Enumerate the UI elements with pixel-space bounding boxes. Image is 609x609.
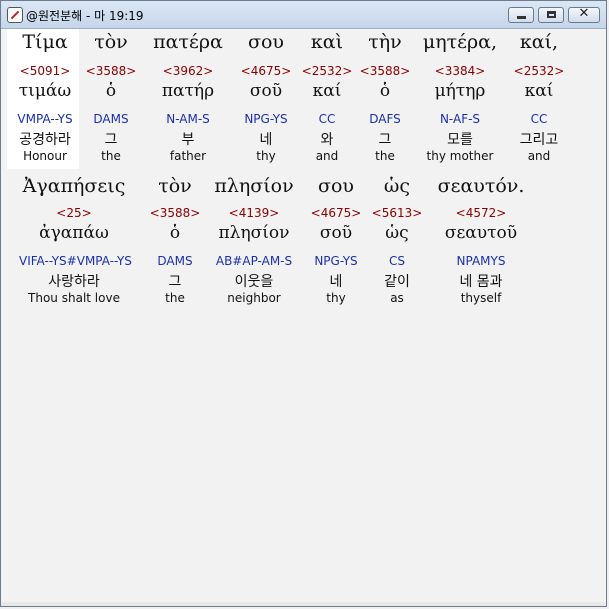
bottom-frame-edge <box>1 602 606 606</box>
english-gloss: Thou shalt love <box>28 291 120 305</box>
parsing-code: NPAMYS <box>456 254 506 268</box>
greek-word: Ἀγαπήσεις <box>22 175 126 197</box>
minimize-icon <box>517 16 526 19</box>
korean-gloss: 네 몸과 <box>459 274 503 290</box>
korean-gloss: 그리고 <box>519 132 559 148</box>
english-gloss: and <box>527 149 551 163</box>
maximize-button[interactable] <box>538 7 564 23</box>
title-bar[interactable]: @원전분해 - 마 19:19 ✕ <box>1 1 606 29</box>
korean-gloss: 사랑하라 <box>48 274 100 290</box>
greek-word: καί, <box>519 31 559 53</box>
lemma: ἀγαπάω <box>39 223 109 243</box>
lemma: καί <box>524 81 554 101</box>
lemma: σεαυτοῦ <box>444 223 518 243</box>
app-window: @원전분해 - 마 19:19 ✕ Τίμα <5091> τιμάω VMPA… <box>0 0 607 607</box>
greek-word: σεαυτόν. <box>437 175 525 197</box>
parsing-code: CC <box>530 112 548 126</box>
maximize-icon <box>547 11 556 18</box>
close-icon: ✕ <box>578 6 590 21</box>
english-gloss: thyself <box>460 291 502 305</box>
minimize-button[interactable] <box>508 7 534 23</box>
strong-number[interactable]: <2532> <box>484 64 594 78</box>
interlinear-view[interactable]: Τίμα <5091> τιμάω VMPA--YS 공경하라 Honour τ… <box>7 29 604 604</box>
strong-number[interactable]: <25> <box>19 206 129 220</box>
close-button[interactable]: ✕ <box>568 6 600 23</box>
parsing-code: VIFA--YS#VMPA--YS <box>19 254 132 268</box>
strong-number[interactable]: <4572> <box>426 206 536 220</box>
window-title: @원전분해 - 마 19:19 <box>26 9 144 23</box>
app-icon[interactable] <box>7 7 23 23</box>
